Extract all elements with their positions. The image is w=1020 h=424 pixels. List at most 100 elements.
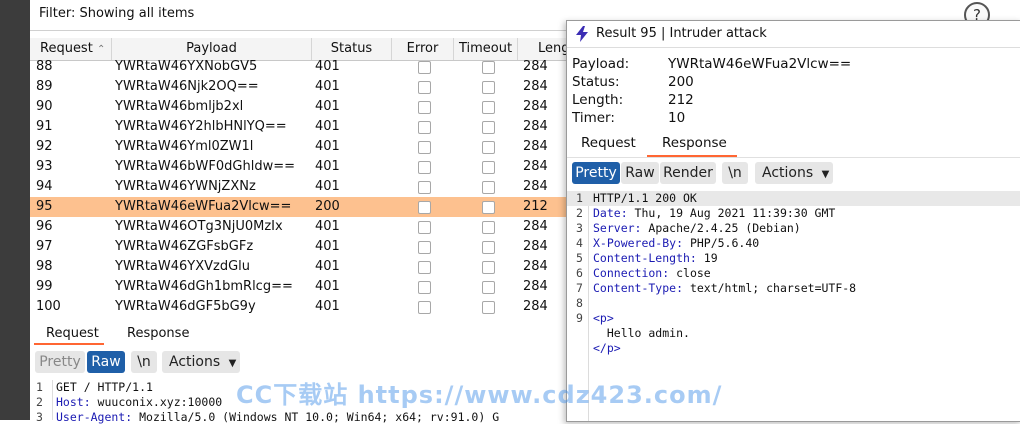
active-tab-indicator [34, 343, 104, 345]
cell-status: 401 [315, 219, 340, 234]
cell-payload: YWRtaW46YWNjZXNz [115, 179, 256, 194]
popup-editor-toolbar: Pretty Raw Render \n Actions ▼ [567, 162, 1020, 186]
response-line: 8 [567, 296, 1020, 311]
response-line: Hello admin. [567, 326, 1020, 341]
cell-payload: YWRtaW46dGh1bmRlcg== [115, 279, 293, 294]
timer-value: 10 [668, 110, 686, 126]
cell-length: 284 [523, 179, 548, 194]
code-text: GET / HTTP/1.1 [56, 380, 153, 394]
payload-label: Payload: [572, 56, 630, 72]
popup-tab-bar: Request Response [567, 131, 1020, 158]
error-checkbox [418, 201, 431, 214]
cell-payload: YWRtaW46eWFua2Vlcw== [115, 199, 292, 214]
cell-request: 100 [36, 299, 61, 314]
lower-editor-toolbar: Pretty Raw \n Actions ▼ [30, 351, 570, 375]
tab-response[interactable]: Response [127, 326, 189, 341]
response-line: 4 X-Powered-By: PHP/5.6.40 [567, 236, 1020, 251]
timeout-checkbox [482, 221, 495, 234]
header-key: User-Agent: [56, 410, 133, 424]
code-text: close [669, 266, 711, 280]
cell-length: 284 [523, 119, 548, 134]
chevron-down-icon: ▼ [228, 358, 237, 369]
response-line: 1 HTTP/1.1 200 OK [567, 191, 1020, 206]
line-number: 8 [576, 296, 583, 310]
html-tag: </p> [593, 341, 621, 355]
code-line: Content-Type: text/html; charset=UTF-8 [593, 281, 856, 296]
header-key: Content-Length: [593, 251, 697, 265]
actions-dropdown[interactable]: Actions ▼ [162, 351, 240, 373]
response-line: </p> [567, 341, 1020, 356]
error-checkbox [418, 161, 431, 174]
popup-title-bar[interactable]: Result 95 | Intruder attack [567, 21, 1020, 48]
cell-length: 284 [523, 79, 548, 94]
header-key: Server: [593, 221, 642, 235]
response-line: 7 Content-Type: text/html; charset=UTF-8 [567, 281, 1020, 296]
cell-status: 401 [315, 299, 340, 314]
cell-request: 99 [36, 279, 53, 294]
code-line: Date: Thu, 19 Aug 2021 11:39:30 GMT [593, 206, 835, 221]
timeout-checkbox [482, 101, 495, 114]
cell-length: 284 [523, 99, 548, 114]
column-label: Request [40, 41, 93, 56]
cell-length: 284 [523, 299, 548, 314]
response-line: 3 Server: Apache/2.4.25 (Debian) [567, 221, 1020, 236]
timeout-checkbox [482, 261, 495, 274]
burp-bolt-icon [576, 26, 588, 42]
payload-value: YWRtaW46eWFua2Vlcw== [668, 56, 852, 72]
cell-status: 401 [315, 259, 340, 274]
response-line: 9 <p> [567, 311, 1020, 326]
line-number: 6 [576, 266, 583, 280]
code-line: Connection: close [593, 266, 711, 281]
lower-tab-bar: Request Response [30, 322, 570, 346]
cell-length: 284 [523, 279, 548, 294]
cell-payload: YWRtaW46Y2hlbHNlYQ== [115, 119, 287, 134]
popup-pretty-button[interactable]: Pretty [572, 162, 620, 184]
timer-label: Timer: [572, 110, 615, 126]
code-line: Hello admin. [593, 326, 690, 341]
code-text: Mozilla/5.0 (Windows NT 10.0; Win64; x64… [132, 410, 500, 424]
pretty-button[interactable]: Pretty [35, 351, 85, 373]
cell-request: 91 [36, 119, 53, 134]
cell-request: 98 [36, 259, 53, 274]
line-number: 3 [576, 221, 583, 235]
cell-request: 94 [36, 179, 53, 194]
line-number: 3 [36, 410, 43, 424]
raw-button[interactable]: Raw [87, 351, 125, 373]
popup-render-button[interactable]: Render [660, 162, 716, 184]
error-checkbox [418, 141, 431, 154]
line-number: 1 [576, 191, 583, 205]
response-line: 2 Date: Thu, 19 Aug 2021 11:39:30 GMT [567, 206, 1020, 221]
header-key: X-Powered-By: [593, 236, 684, 250]
left-dark-strip [0, 0, 30, 420]
code-line: X-Powered-By: PHP/5.6.40 [593, 236, 759, 251]
cell-payload: YWRtaW46OTg3NjU0MzIx [115, 219, 283, 234]
popup-actions-dropdown[interactable]: Actions ▼ [755, 162, 833, 184]
popup-raw-button[interactable]: Raw [621, 162, 659, 184]
result-popup-window: Result 95 | Intruder attack Payload: YWR… [566, 20, 1020, 422]
error-checkbox [418, 241, 431, 254]
cell-payload: YWRtaW46bWF0dGhldw== [115, 159, 295, 174]
timeout-checkbox [482, 81, 495, 94]
code-line: Content-Length: 19 [593, 251, 718, 266]
cell-payload: YWRtaW46bmljb2xl [115, 99, 244, 114]
cell-payload: YWRtaW46dGF5bG9y [115, 299, 256, 314]
popup-tab-response[interactable]: Response [662, 135, 727, 151]
cell-status: 200 [315, 199, 340, 214]
header-key: Host: [56, 395, 91, 409]
cell-payload: YWRtaW46ZGFsbGFz [115, 239, 254, 254]
popup-newline-toggle-button[interactable]: \n [722, 162, 748, 184]
code-text: text/html; charset=UTF-8 [683, 281, 857, 295]
tab-request[interactable]: Request [46, 326, 99, 341]
error-checkbox [418, 101, 431, 114]
error-checkbox [418, 61, 431, 74]
newline-toggle-button[interactable]: \n [131, 351, 157, 373]
cell-status: 401 [315, 279, 340, 294]
popup-tab-request[interactable]: Request [581, 135, 636, 151]
code-text: wuuconix.xyz:10000 [90, 395, 223, 409]
status-value: 200 [668, 74, 694, 90]
cell-request: 93 [36, 159, 53, 174]
popup-active-tab-indicator [647, 155, 737, 157]
code-line: Server: Apache/2.4.25 (Debian) [593, 221, 801, 236]
cell-request: 88 [36, 59, 53, 74]
error-checkbox [418, 181, 431, 194]
